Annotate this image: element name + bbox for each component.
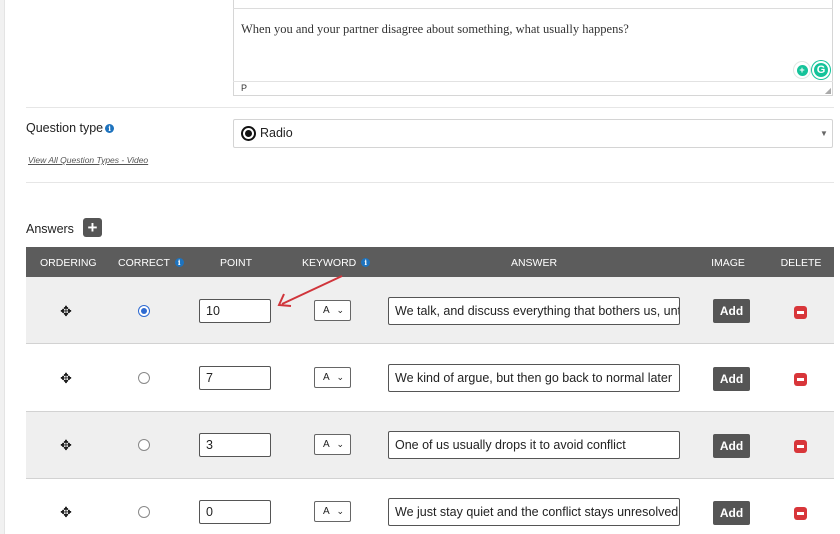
grammarly-icon[interactable]: G bbox=[812, 61, 830, 79]
point-input[interactable]: 0 bbox=[199, 500, 271, 524]
image-add-button[interactable]: Add bbox=[713, 501, 750, 525]
radio-type-icon bbox=[241, 126, 256, 141]
left-sidebar-edge bbox=[0, 0, 5, 534]
column-header-image: IMAGE bbox=[711, 257, 745, 269]
info-icon[interactable]: i bbox=[105, 124, 115, 133]
delete-icon[interactable] bbox=[794, 373, 807, 386]
column-header-keyword: KEYWORD i bbox=[302, 257, 371, 269]
keyword-select[interactable]: A ⌄ bbox=[314, 367, 351, 388]
correct-radio[interactable] bbox=[138, 305, 150, 317]
question-type-selected-value: Radio bbox=[260, 126, 293, 140]
column-header-point: POINT bbox=[219, 257, 253, 269]
image-add-button[interactable]: Add bbox=[713, 299, 750, 323]
correct-radio[interactable] bbox=[138, 372, 150, 384]
question-type-select[interactable] bbox=[233, 119, 833, 148]
column-header-ordering: ORDERING bbox=[40, 257, 97, 269]
column-header-delete: DELETE bbox=[780, 257, 822, 269]
answer-input[interactable]: We kind of argue, but then go back to no… bbox=[388, 364, 680, 392]
annotation-arrow-icon bbox=[277, 275, 343, 307]
image-add-button[interactable]: Add bbox=[713, 367, 750, 391]
keyword-value: A bbox=[323, 506, 330, 517]
delete-icon[interactable] bbox=[794, 306, 807, 319]
column-header-answer: ANSWER bbox=[510, 257, 558, 269]
resize-handle-icon[interactable]: ◢ bbox=[825, 86, 831, 95]
divider bbox=[26, 182, 834, 183]
view-question-types-video-link[interactable]: View All Question Types - Video bbox=[28, 155, 148, 165]
column-header-correct-text: CORRECT bbox=[118, 257, 170, 269]
question-type-label: Question type i bbox=[26, 121, 115, 135]
point-input[interactable]: 7 bbox=[199, 366, 271, 390]
answer-input[interactable]: We talk, and discuss everything that bot… bbox=[388, 297, 680, 325]
chevron-down-icon: ⌄ bbox=[336, 372, 344, 382]
editor-statusbar bbox=[233, 81, 833, 96]
move-icon[interactable]: ✥ bbox=[59, 304, 73, 318]
keyword-select[interactable]: A ⌄ bbox=[314, 434, 351, 455]
correct-radio[interactable] bbox=[138, 506, 150, 518]
move-icon[interactable]: ✥ bbox=[59, 371, 73, 385]
keyword-value: A bbox=[323, 439, 330, 450]
grammarly-suggest-icon[interactable]: + bbox=[793, 61, 811, 79]
divider bbox=[26, 107, 834, 108]
question-type-label-text: Question type bbox=[26, 121, 104, 135]
answers-label: Answers bbox=[26, 222, 74, 236]
correct-radio[interactable] bbox=[138, 439, 150, 451]
move-icon[interactable]: ✥ bbox=[59, 438, 73, 452]
move-icon[interactable]: ✥ bbox=[59, 505, 73, 519]
image-add-button[interactable]: Add bbox=[713, 434, 750, 458]
editor-toolbar-divider bbox=[233, 8, 833, 9]
add-answer-button[interactable]: + bbox=[83, 218, 102, 237]
point-input[interactable]: 10 bbox=[199, 299, 271, 323]
info-icon[interactable]: i bbox=[174, 258, 184, 267]
delete-icon[interactable] bbox=[794, 440, 807, 453]
answer-input[interactable]: We just stay quiet and the conflict stay… bbox=[388, 498, 680, 526]
column-header-keyword-text: KEYWORD bbox=[302, 257, 357, 269]
chevron-down-icon: ▼ bbox=[820, 129, 828, 138]
column-header-correct: CORRECT i bbox=[118, 257, 184, 269]
chevron-down-icon: ⌄ bbox=[336, 506, 344, 516]
question-text[interactable]: When you and your partner disagree about… bbox=[241, 22, 629, 37]
delete-icon[interactable] bbox=[794, 507, 807, 520]
editor-element-path[interactable]: P bbox=[241, 83, 247, 93]
chevron-down-icon: ⌄ bbox=[336, 439, 344, 449]
keyword-value: A bbox=[323, 372, 330, 383]
answer-input[interactable]: One of us usually drops it to avoid conf… bbox=[388, 431, 680, 459]
point-input[interactable]: 3 bbox=[199, 433, 271, 457]
keyword-select[interactable]: A ⌄ bbox=[314, 501, 351, 522]
